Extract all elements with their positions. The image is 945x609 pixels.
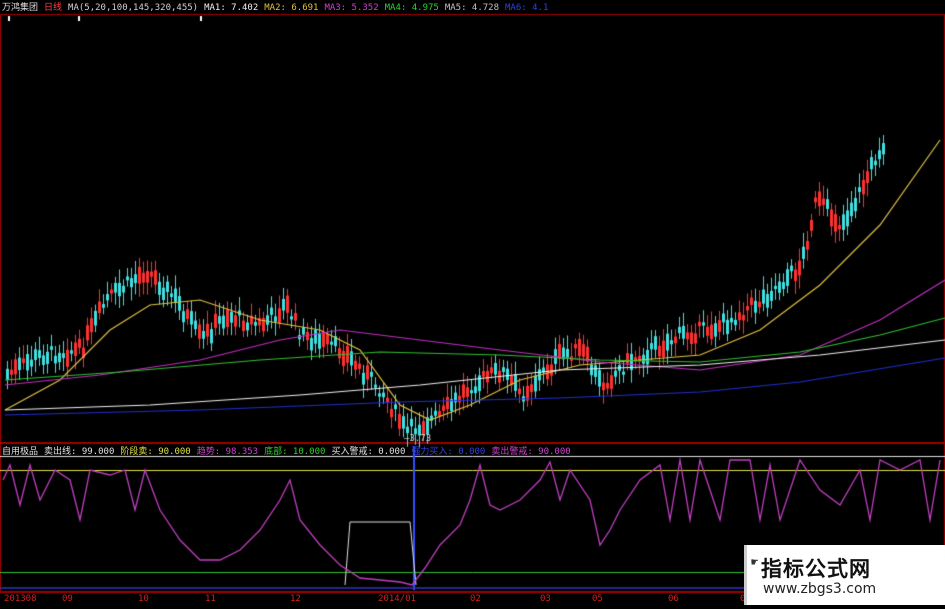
stock-name[interactable]: 万鸿集团 (2, 1, 38, 15)
date-label: 10 (138, 594, 149, 604)
date-label: 11 (205, 594, 216, 604)
ma3-value: MA3: 5.352 (324, 3, 379, 13)
ma-params: MA(5,20,100,145,320,455) (68, 3, 199, 13)
stock-chart-canvas[interactable] (0, 0, 945, 609)
watermark-url: www.zbgs3.com (763, 581, 877, 597)
period-label[interactable]: 日线 (44, 1, 62, 15)
ma5-value: MA5: 4.728 (444, 3, 500, 13)
watermark-title: 指标公式网 (761, 557, 871, 581)
bottom-value: 底部: 10.000 (264, 447, 326, 457)
sell-alert-value: 卖出警戒: 90.000 (491, 447, 571, 457)
indicator-name[interactable]: 自用极品 (2, 445, 38, 459)
date-label: 05 (592, 594, 603, 604)
ma6-value: MA6: 4.1 (505, 3, 549, 13)
hand-icon: ☛ (751, 555, 759, 569)
stage-sell-value: 阶段卖: 90.000 (120, 447, 191, 457)
main-header: 万鸿集团 日线 MA(5,20,100,145,320,455) MA1: 7.… (2, 1, 554, 15)
date-label: 02 (470, 594, 481, 604)
indicator-header: 自用极品 卖出线: 99.000 阶段卖: 90.000 趋势: 98.353 … (2, 445, 577, 459)
buy-alert-value: 买入警戒: 0.000 (331, 447, 406, 457)
date-label: 09 (62, 594, 73, 604)
date-label: 03 (540, 594, 551, 604)
watermark-logo: ☛ 指标公式网 www.zbgs3.com (744, 545, 945, 605)
date-label: 2014/01 (378, 594, 416, 604)
ma2-value: MA2: 6.691 (264, 3, 319, 13)
date-label: 12 (290, 594, 301, 604)
sell-line-value: 卖出线: 99.000 (44, 447, 115, 457)
ma4-value: MA4: 4.975 (384, 3, 439, 13)
date-label: 06 (668, 594, 679, 604)
date-label: 201308 (4, 594, 37, 604)
ma1-value: MA1: 7.402 (204, 3, 259, 13)
buy-signal-value: 强力买入: 0.000 (411, 447, 486, 457)
trend-value: 趋势: 98.353 (196, 447, 259, 457)
